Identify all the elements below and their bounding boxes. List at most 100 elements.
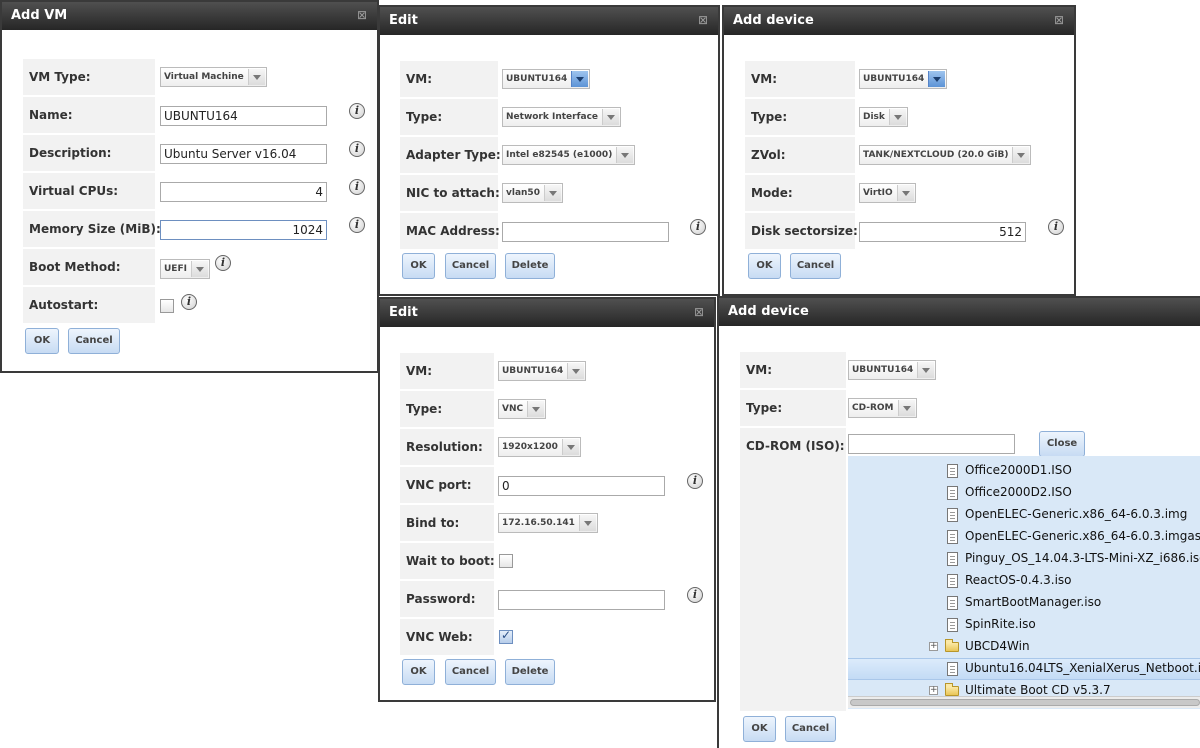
add-vm-titlebar[interactable]: Add VM ⊠ bbox=[2, 2, 377, 30]
chevron-down-icon bbox=[527, 401, 545, 417]
autostart-checkbox[interactable] bbox=[160, 299, 174, 313]
type-select[interactable]: VNC bbox=[498, 399, 547, 419]
close-icon[interactable]: ⊠ bbox=[1054, 13, 1064, 27]
wait-to-boot-checkbox[interactable] bbox=[499, 554, 513, 568]
expand-plus-icon[interactable]: + bbox=[929, 642, 938, 651]
scrollbar-thumb[interactable] bbox=[850, 699, 1200, 706]
bind-to-select[interactable]: 172.16.50.141 bbox=[498, 513, 598, 533]
tree-item[interactable]: Pinguy_OS_14.04.3-LTS-Mini-XZ_i686.iso bbox=[848, 548, 1200, 570]
boot-method-select[interactable]: UEFI bbox=[160, 259, 210, 279]
vm-label: VM: bbox=[400, 61, 498, 97]
vnc-port-input[interactable]: 0 bbox=[498, 476, 665, 496]
info-icon[interactable]: i bbox=[349, 217, 365, 233]
vm-value: UBUNTU164 bbox=[506, 74, 568, 84]
adapter-type-select[interactable]: Intel e82545 (e1000) bbox=[502, 145, 636, 165]
close-icon[interactable]: ⊠ bbox=[698, 13, 708, 27]
disk-sectorsize-input[interactable]: 512 bbox=[859, 222, 1026, 242]
vm-label: VM: bbox=[745, 61, 855, 97]
add-cdrom-titlebar[interactable]: Add device bbox=[719, 298, 1200, 326]
tree-folder[interactable]: + UBCD4Win bbox=[848, 636, 1200, 658]
edit-nic-titlebar[interactable]: Edit ⊠ bbox=[380, 7, 718, 35]
type-select[interactable]: Disk bbox=[859, 107, 908, 127]
info-icon[interactable]: i bbox=[1048, 219, 1064, 235]
zvol-select[interactable]: TANK/NEXTCLOUD (20.0 GiB) bbox=[859, 145, 1032, 165]
vcpus-input[interactable]: 4 bbox=[160, 182, 327, 202]
cancel-button[interactable]: Cancel bbox=[785, 716, 836, 742]
vm-select[interactable]: UBUNTU164 bbox=[859, 69, 948, 89]
password-input[interactable] bbox=[498, 590, 665, 610]
cancel-button[interactable]: Cancel bbox=[445, 253, 496, 279]
description-label: Description: bbox=[23, 135, 155, 171]
type-label: Type: bbox=[745, 99, 855, 135]
resolution-select[interactable]: 1920x1200 bbox=[498, 437, 581, 457]
nic-to-attach-select[interactable]: vlan50 bbox=[502, 183, 563, 203]
info-icon[interactable]: i bbox=[349, 141, 365, 157]
delete-button[interactable]: Delete bbox=[505, 253, 555, 279]
info-icon[interactable]: i bbox=[215, 255, 231, 271]
tree-item[interactable]: ReactOS-0.4.3.iso bbox=[848, 570, 1200, 592]
info-icon[interactable]: i bbox=[349, 103, 365, 119]
info-icon[interactable]: i bbox=[687, 587, 703, 603]
horizontal-scrollbar[interactable] bbox=[848, 696, 1200, 708]
type-value: Disk bbox=[863, 112, 885, 122]
vm-type-select[interactable]: Virtual Machine bbox=[160, 67, 267, 87]
tree-item[interactable]: Office2000D2.ISO bbox=[848, 482, 1200, 504]
tree-item[interactable]: SpinRite.iso bbox=[848, 614, 1200, 636]
name-input[interactable]: UBUNTU164 bbox=[160, 106, 327, 126]
chevron-down-icon bbox=[897, 400, 915, 416]
mode-value: VirtIO bbox=[863, 188, 893, 198]
tree-item-label: OpenELEC-Generic.x86_64-6.0.3.imgask bbox=[965, 529, 1200, 543]
ok-button[interactable]: OK bbox=[25, 328, 59, 354]
cancel-button[interactable]: Cancel bbox=[68, 328, 120, 354]
description-input[interactable]: Ubuntu Server v16.04 bbox=[160, 144, 327, 164]
tree-item[interactable]: OpenELEC-Generic.x86_64-6.0.3.imgask bbox=[848, 526, 1200, 548]
chevron-down-icon bbox=[561, 439, 579, 455]
cancel-button[interactable]: Cancel bbox=[445, 659, 496, 685]
info-icon[interactable]: i bbox=[181, 294, 197, 310]
vm-select[interactable]: UBUNTU164 bbox=[498, 361, 587, 381]
expand-plus-icon[interactable]: + bbox=[929, 686, 938, 695]
chevron-down-icon bbox=[1012, 147, 1030, 163]
ok-button[interactable]: OK bbox=[748, 253, 781, 279]
cancel-button[interactable]: Cancel bbox=[790, 253, 841, 279]
add-disk-titlebar[interactable]: Add device ⊠ bbox=[724, 7, 1074, 35]
vnc-web-checkbox[interactable] bbox=[499, 628, 513, 644]
mode-select[interactable]: VirtIO bbox=[859, 183, 916, 203]
tree-item[interactable]: OpenELEC-Generic.x86_64-6.0.3.img bbox=[848, 504, 1200, 526]
tree-item-selected[interactable]: Ubuntu16.04LTS_XenialXerus_Netboot.iso bbox=[848, 658, 1200, 680]
close-icon[interactable]: ⊠ bbox=[694, 305, 704, 319]
folder-icon bbox=[945, 639, 959, 652]
mac-address-input[interactable] bbox=[502, 222, 669, 242]
chevron-down-icon bbox=[928, 71, 946, 87]
ok-button[interactable]: OK bbox=[402, 659, 435, 685]
close-button[interactable]: Close bbox=[1039, 431, 1085, 457]
info-icon[interactable]: i bbox=[690, 219, 706, 235]
memory-input[interactable]: 1024 bbox=[160, 220, 327, 240]
type-select[interactable]: Network Interface bbox=[502, 107, 622, 127]
vm-value: UBUNTU164 bbox=[502, 366, 564, 376]
tree-item[interactable]: Office2000D1.ISO bbox=[848, 460, 1200, 482]
chevron-down-icon bbox=[571, 71, 589, 87]
password-label: Password: bbox=[400, 581, 494, 617]
vm-select[interactable]: UBUNTU164 bbox=[848, 360, 937, 380]
dialog-title: Add device bbox=[733, 13, 814, 28]
type-select[interactable]: CD-ROM bbox=[848, 398, 917, 418]
delete-button[interactable]: Delete bbox=[505, 659, 555, 685]
ok-button[interactable]: OK bbox=[402, 253, 435, 279]
tree-item[interactable]: SmartBootManager.iso bbox=[848, 592, 1200, 614]
resolution-label: Resolution: bbox=[400, 429, 494, 465]
info-icon[interactable]: i bbox=[687, 473, 703, 489]
chevron-down-icon bbox=[616, 147, 634, 163]
boot-method-label: Boot Method: bbox=[23, 249, 155, 285]
type-label: Type: bbox=[740, 390, 846, 426]
edit-vnc-titlebar[interactable]: Edit ⊠ bbox=[380, 299, 714, 327]
disk-sectorsize-label: Disk sectorsize: bbox=[745, 213, 858, 249]
chevron-down-icon bbox=[896, 185, 914, 201]
ok-button[interactable]: OK bbox=[743, 716, 776, 742]
close-icon[interactable]: ⊠ bbox=[357, 8, 367, 22]
vm-select[interactable]: UBUNTU164 bbox=[502, 69, 591, 89]
iso-file-tree[interactable]: Office2000D1.ISO Office2000D2.ISO OpenEL… bbox=[848, 456, 1200, 709]
autostart-label: Autostart: bbox=[23, 287, 155, 323]
iso-path-input[interactable] bbox=[848, 434, 1015, 454]
info-icon[interactable]: i bbox=[349, 179, 365, 195]
